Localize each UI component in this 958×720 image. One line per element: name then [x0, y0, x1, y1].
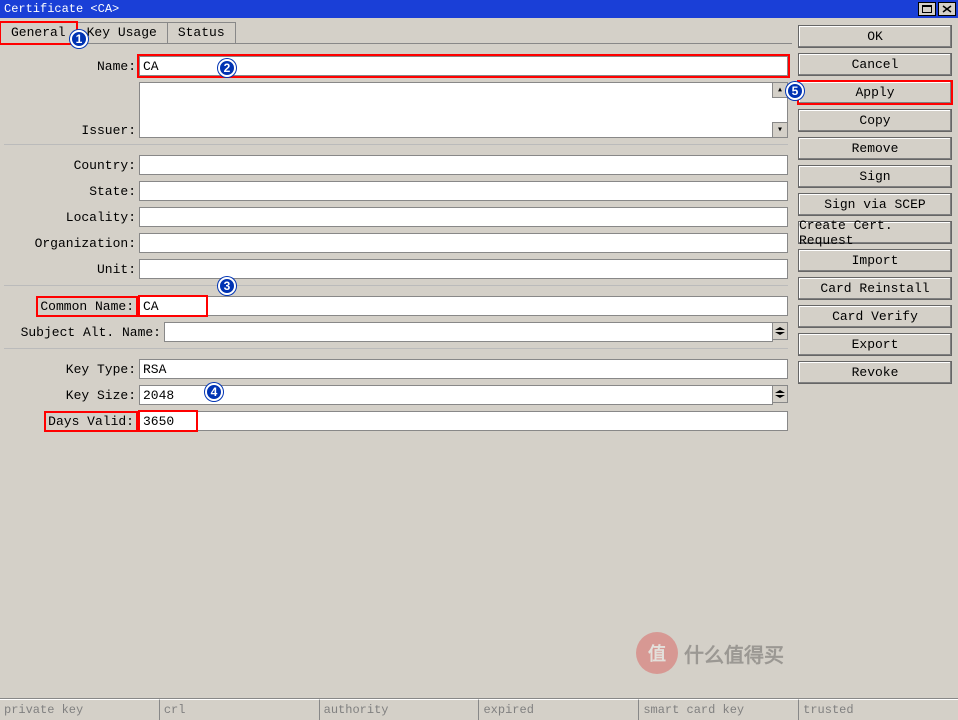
common-name-input[interactable] [139, 296, 788, 316]
create-cert-request-button[interactable]: Create Cert. Request [798, 221, 952, 244]
state-label: State: [4, 184, 139, 199]
state-input[interactable] [139, 181, 788, 201]
sign-button[interactable]: Sign [798, 165, 952, 188]
import-button[interactable]: Import [798, 249, 952, 272]
days-valid-input[interactable] [139, 411, 788, 431]
key-type-input[interactable] [139, 359, 788, 379]
tab-status[interactable]: Status [167, 22, 236, 43]
issuer-textarea[interactable] [139, 82, 788, 138]
export-button[interactable]: Export [798, 333, 952, 356]
maximize-button[interactable] [918, 2, 936, 16]
status-expired: expired [479, 699, 639, 720]
remove-button[interactable]: Remove [798, 137, 952, 160]
status-trusted: trusted [799, 699, 958, 720]
key-size-dropdown-icon[interactable] [772, 385, 788, 403]
separator [4, 285, 788, 286]
annotation-badge-4: 4 [205, 383, 223, 401]
scroll-down-icon[interactable]: ▾ [772, 122, 788, 138]
annotation-badge-3: 3 [218, 277, 236, 295]
button-panel: OK Cancel Apply 5 Copy Remove Sign Sign … [792, 18, 958, 698]
locality-input[interactable] [139, 207, 788, 227]
country-input[interactable] [139, 155, 788, 175]
unit-input[interactable] [139, 259, 788, 279]
name-input[interactable] [139, 56, 788, 76]
sign-via-scep-button[interactable]: Sign via SCEP [798, 193, 952, 216]
san-dropdown-icon[interactable] [772, 322, 788, 340]
status-smart-card-key: smart card key [639, 699, 799, 720]
close-button[interactable] [938, 2, 956, 16]
apply-button[interactable]: Apply [798, 81, 952, 104]
revoke-button[interactable]: Revoke [798, 361, 952, 384]
separator [4, 144, 788, 145]
window-title: Certificate <CA> [2, 2, 916, 16]
organization-label: Organization: [4, 236, 139, 251]
title-bar: Certificate <CA> [0, 0, 958, 18]
status-authority: authority [320, 699, 480, 720]
card-verify-button[interactable]: Card Verify [798, 305, 952, 328]
san-label: Subject Alt. Name: [4, 325, 164, 340]
days-valid-label: Days Valid: [48, 414, 134, 429]
separator [4, 348, 788, 349]
issuer-label: Issuer: [4, 123, 139, 138]
status-private-key: private key [0, 699, 160, 720]
ok-button[interactable]: OK [798, 25, 952, 48]
common-name-label: Common Name: [40, 299, 134, 314]
san-input[interactable] [164, 322, 773, 342]
locality-label: Locality: [4, 210, 139, 225]
tab-key-usage[interactable]: Key Usage [76, 22, 168, 43]
cancel-button[interactable]: Cancel [798, 53, 952, 76]
key-size-label: Key Size: [4, 388, 139, 403]
country-label: Country: [4, 158, 139, 173]
organization-input[interactable] [139, 233, 788, 253]
status-crl: crl [160, 699, 320, 720]
key-size-input[interactable] [139, 385, 773, 405]
key-type-label: Key Type: [4, 362, 139, 377]
tab-bar: General Key Usage Status [0, 22, 792, 44]
copy-button[interactable]: Copy [798, 109, 952, 132]
status-bar: private key crl authority expired smart … [0, 698, 958, 720]
card-reinstall-button[interactable]: Card Reinstall [798, 277, 952, 300]
unit-label: Unit: [4, 262, 139, 277]
annotation-badge-5: 5 [786, 82, 804, 100]
general-panel: Name: 2 Issuer: ▴ ▾ Country: [0, 44, 792, 698]
name-label: Name: [4, 59, 139, 74]
tab-general[interactable]: General [0, 22, 77, 44]
annotation-badge-1: 1 [70, 30, 88, 48]
annotation-badge-2: 2 [218, 59, 236, 77]
